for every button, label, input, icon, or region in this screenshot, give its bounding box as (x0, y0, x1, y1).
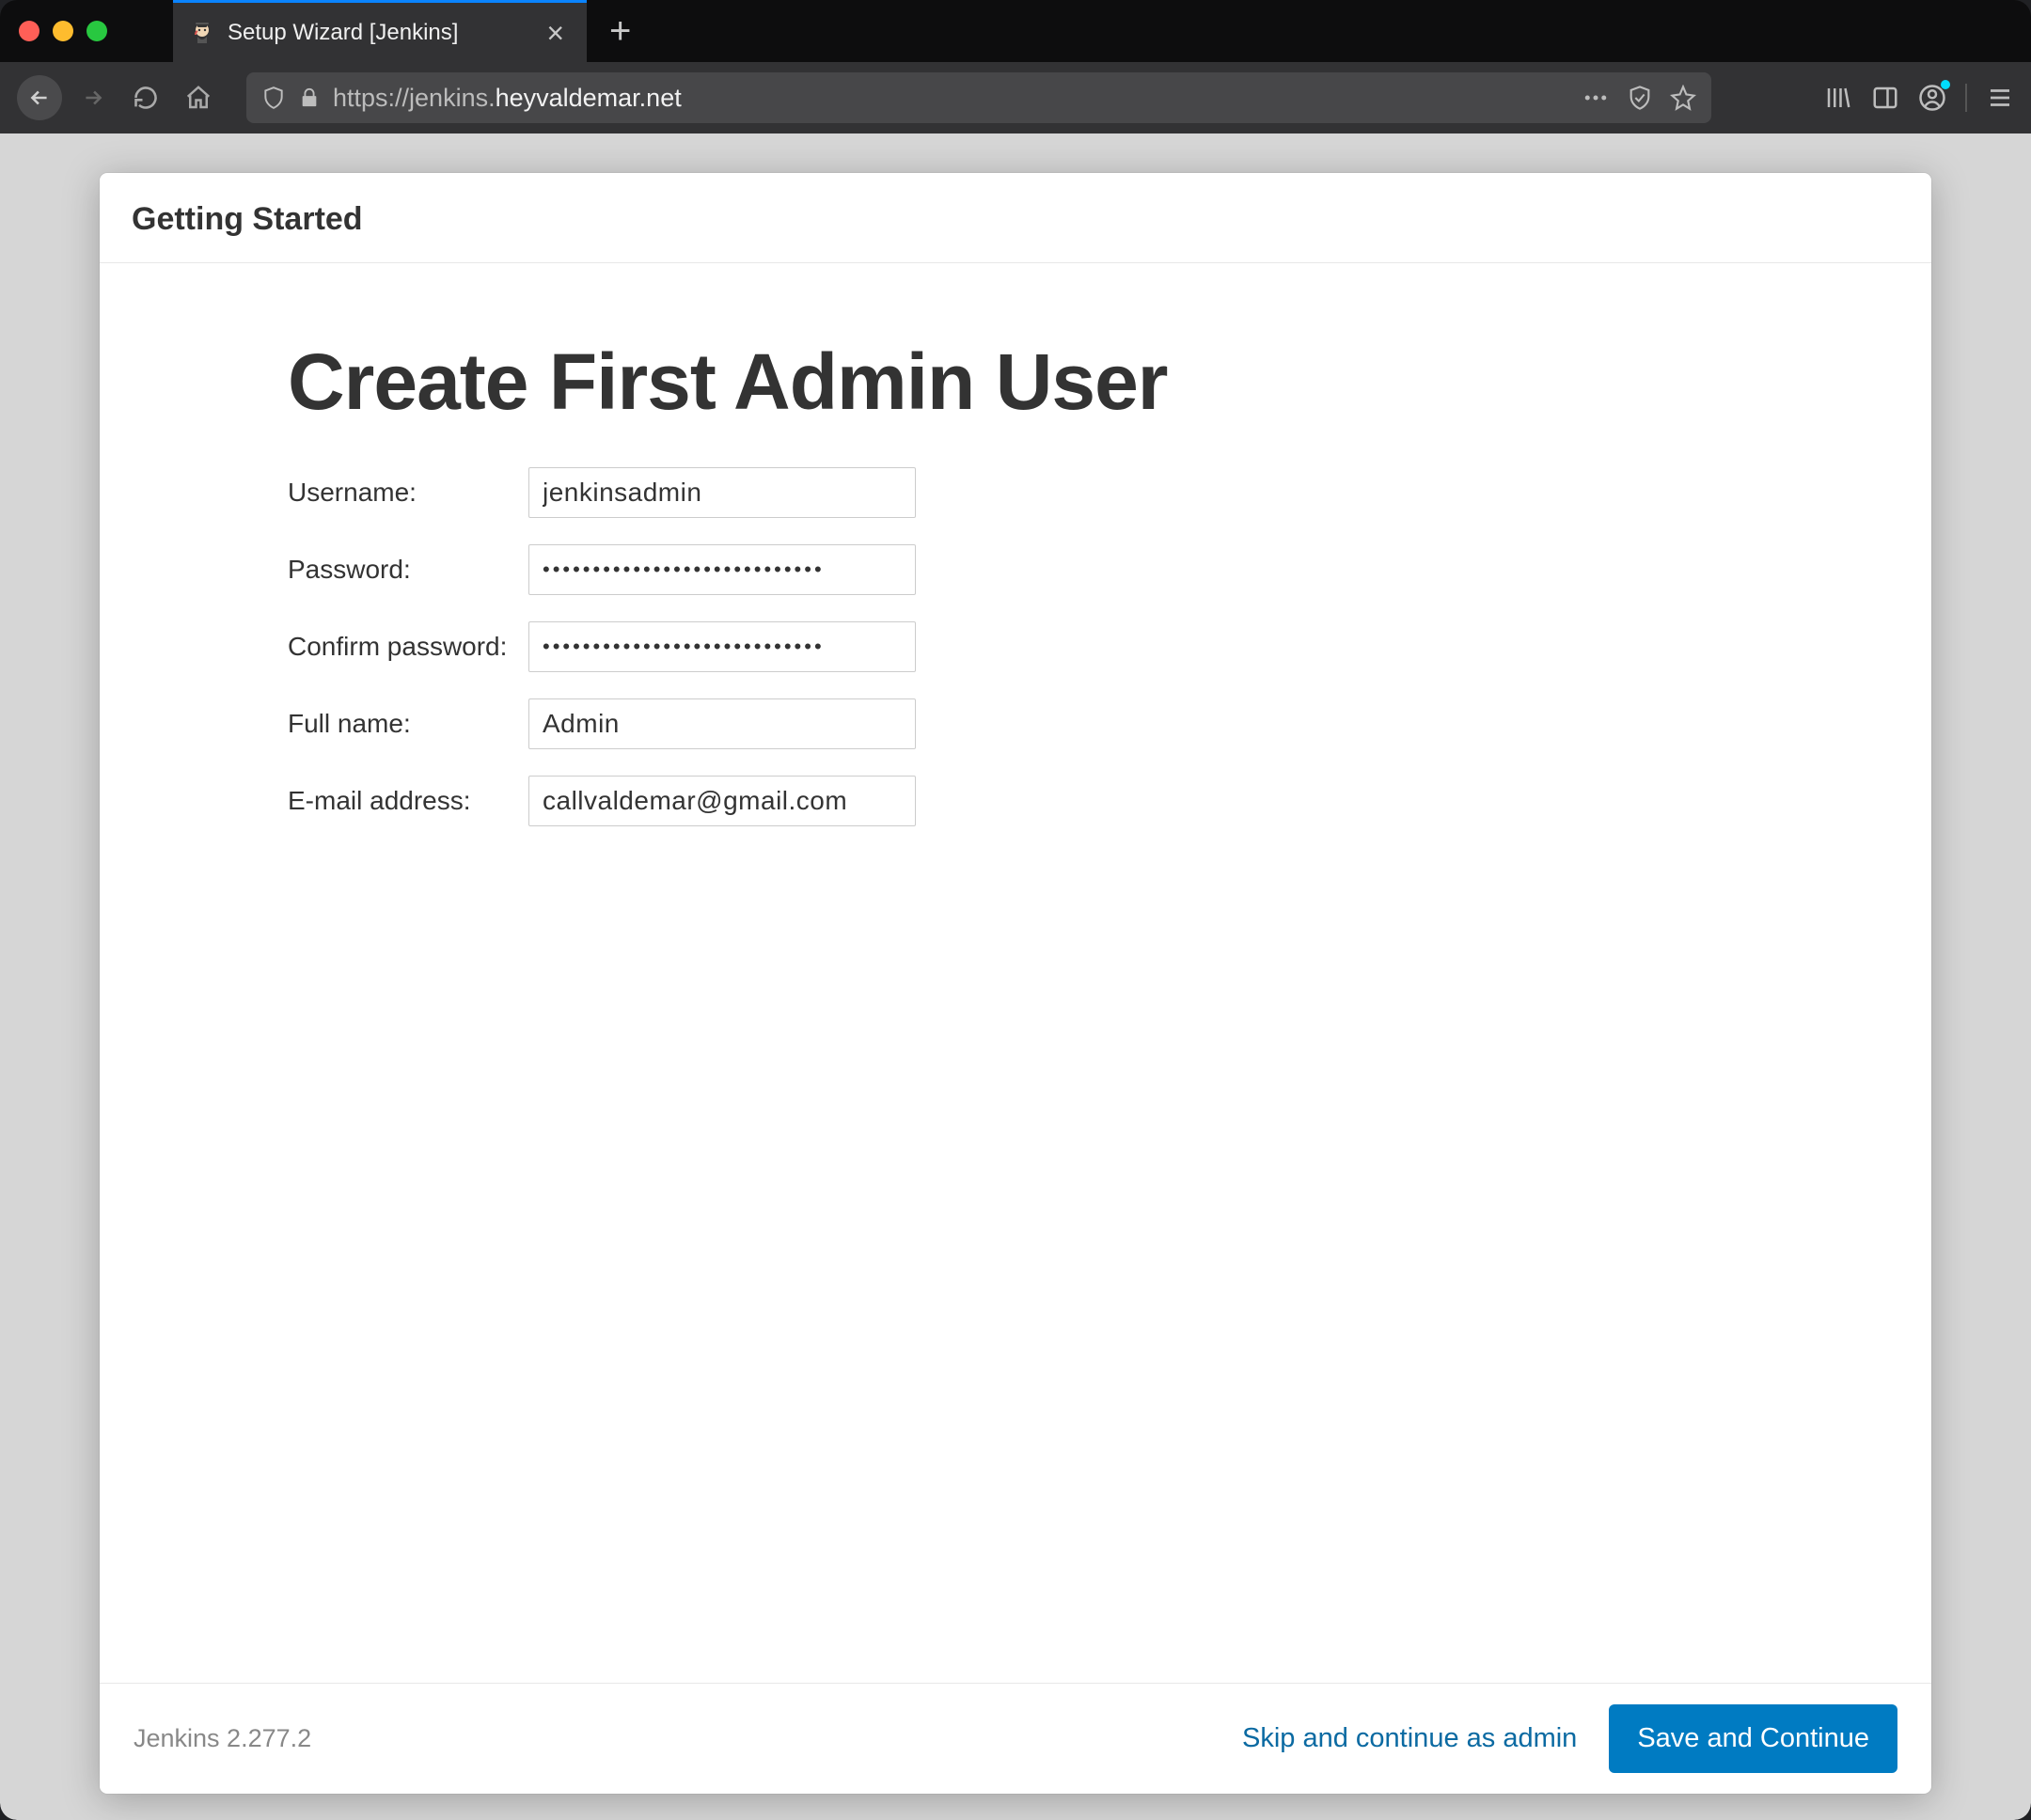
account-icon[interactable] (1918, 84, 1946, 112)
url-prefix: https://jenkins. (333, 84, 496, 112)
tab-close-icon[interactable]: × (543, 18, 568, 48)
window-close-button[interactable] (19, 21, 39, 41)
bookmark-star-icon[interactable] (1670, 85, 1696, 111)
viewport: Getting Started Create First Admin User … (0, 133, 2031, 1820)
shield-icon[interactable] (261, 86, 286, 110)
browser-window: Setup Wizard [Jenkins] × + https://jenki (0, 0, 2031, 1820)
setup-wizard-dialog: Getting Started Create First Admin User … (100, 173, 1931, 1794)
url-text: https://jenkins.heyvaldemar.net (333, 84, 1568, 113)
form-row-email: E-mail address: (288, 776, 1743, 826)
page-title: Create First Admin User (288, 337, 1743, 428)
url-host: heyvaldemar.net (496, 84, 682, 112)
label-confirm-password: Confirm password: (288, 632, 528, 662)
dialog-body: Create First Admin User Username: Passwo… (100, 263, 1931, 1683)
home-button[interactable] (177, 76, 220, 119)
tab-strip: Setup Wizard [Jenkins] × + (0, 0, 2031, 62)
tracking-shield-icon[interactable] (1627, 85, 1653, 111)
form-row-fullname: Full name: (288, 698, 1743, 749)
window-maximize-button[interactable] (87, 21, 107, 41)
library-icon[interactable] (1824, 84, 1852, 112)
tab-title: Setup Wizard [Jenkins] (228, 20, 529, 46)
skip-button[interactable]: Skip and continue as admin (1242, 1723, 1577, 1754)
confirm-password-input[interactable] (528, 621, 916, 672)
new-tab-button[interactable]: + (609, 12, 631, 50)
browser-tab-active[interactable]: Setup Wizard [Jenkins] × (173, 0, 587, 62)
dialog-header-title: Getting Started (132, 201, 1899, 238)
email-input[interactable] (528, 776, 916, 826)
dialog-header: Getting Started (100, 173, 1931, 263)
fullname-input[interactable] (528, 698, 916, 749)
form-row-username: Username: (288, 467, 1743, 518)
username-input[interactable] (528, 467, 916, 518)
label-password: Password: (288, 555, 528, 585)
version-label: Jenkins 2.277.2 (134, 1724, 311, 1753)
window-controls (19, 21, 107, 41)
form-row-confirm-password: Confirm password: (288, 621, 1743, 672)
form-row-password: Password: (288, 544, 1743, 595)
browser-toolbar: https://jenkins.heyvaldemar.net (0, 62, 2031, 133)
label-username: Username: (288, 478, 528, 508)
window-minimize-button[interactable] (53, 21, 73, 41)
reload-button[interactable] (124, 76, 167, 119)
sidebar-icon[interactable] (1871, 84, 1899, 112)
footer-actions: Skip and continue as admin Save and Cont… (1242, 1704, 1897, 1773)
address-bar[interactable]: https://jenkins.heyvaldemar.net (246, 72, 1711, 123)
more-icon[interactable] (1582, 84, 1610, 112)
back-button[interactable] (17, 75, 62, 120)
save-continue-button[interactable]: Save and Continue (1609, 1704, 1897, 1773)
password-input[interactable] (528, 544, 916, 595)
label-fullname: Full name: (288, 709, 528, 739)
jenkins-favicon-icon (190, 21, 214, 45)
forward-button[interactable] (71, 76, 115, 119)
toolbar-right (1824, 84, 2014, 112)
hamburger-menu-icon[interactable] (1986, 84, 2014, 112)
label-email: E-mail address: (288, 786, 528, 816)
dialog-footer: Jenkins 2.277.2 Skip and continue as adm… (100, 1683, 1931, 1794)
lock-icon[interactable] (299, 87, 320, 108)
